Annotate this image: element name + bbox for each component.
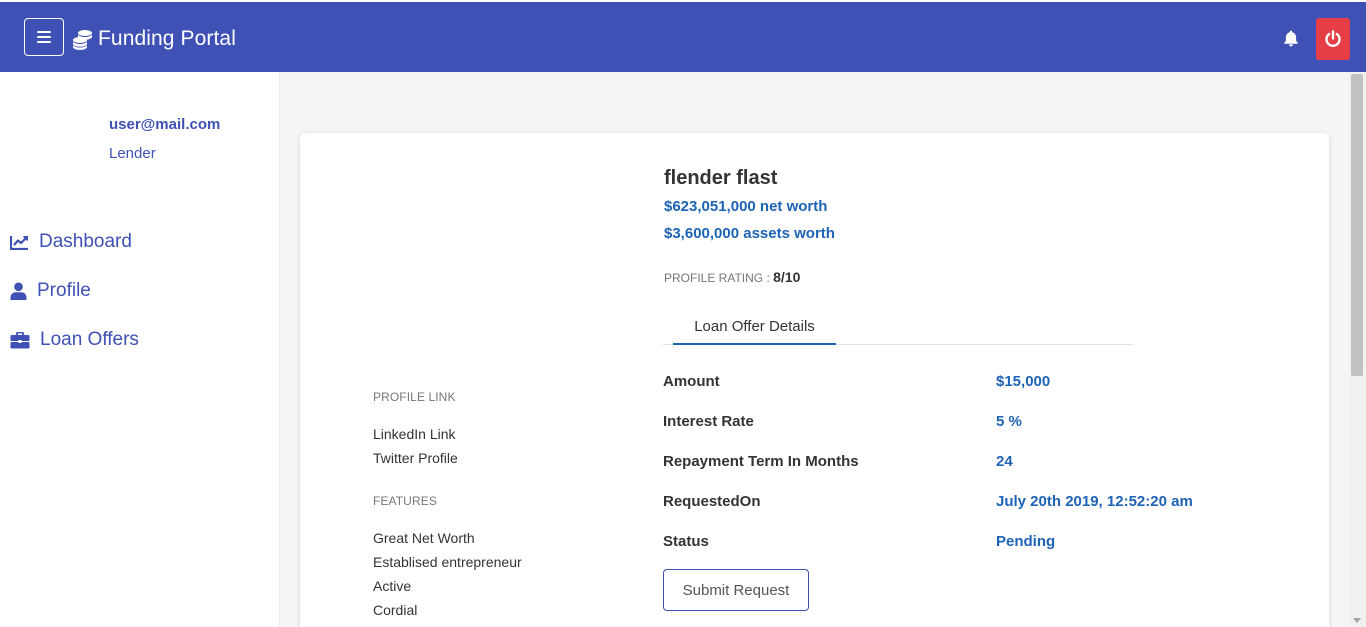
sidebar: user@mail.com Lender Dashboard Profile L… (0, 72, 280, 627)
coins-icon (73, 30, 92, 50)
hamburger-icon (37, 31, 51, 43)
feature-item: Cordial (373, 602, 418, 618)
status-label: Status (663, 533, 709, 550)
sidebar-item-profile[interactable]: Profile (10, 277, 91, 305)
sidebar-item-label: Profile (37, 280, 91, 301)
interest-rate-label: Interest Rate (663, 413, 754, 430)
profile-rating-value: 8/10 (773, 269, 801, 285)
top-navbar: Funding Portal (0, 0, 1366, 72)
sidebar-item-label: Loan Offers (40, 329, 139, 350)
tab-bar: Loan Offer Details (663, 309, 1133, 345)
profile-rating-label: PROFILE RATING : (664, 271, 770, 285)
assets-worth: $3,600,000 assets worth (664, 225, 835, 242)
requested-on-label: RequestedOn (663, 493, 761, 510)
menu-toggle-button[interactable] (24, 18, 64, 56)
scroll-down-arrow-icon[interactable] (1353, 618, 1361, 623)
user-email: user@mail.com (109, 116, 221, 133)
feature-item: Establised entrepreneur (373, 554, 522, 570)
twitter-profile-link[interactable]: Twitter Profile (373, 450, 458, 466)
power-icon (1325, 30, 1341, 47)
briefcase-icon (10, 331, 30, 348)
sidebar-item-loan-offers[interactable]: Loan Offers (10, 326, 139, 354)
feature-item: Active (373, 578, 412, 594)
logout-button[interactable] (1316, 18, 1350, 60)
brand[interactable]: Funding Portal (72, 26, 236, 52)
tab-loan-offer-details[interactable]: Loan Offer Details (673, 309, 836, 345)
amount-label: Amount (663, 373, 720, 390)
net-worth: $623,051,000 net worth (664, 198, 828, 215)
brand-title: Funding Portal (98, 27, 236, 50)
profile-link-heading: PROFILE LINK (373, 390, 456, 404)
loan-offer-card: flender flast $623,051,000 net worth $3,… (300, 133, 1329, 627)
profile-rating: PROFILE RATING : 8/10 (664, 269, 800, 285)
features-heading: FEATURES (373, 494, 437, 508)
sidebar-item-label: Dashboard (39, 231, 132, 252)
sidebar-item-dashboard[interactable]: Dashboard (10, 228, 132, 256)
page-scrollbar[interactable] (1349, 72, 1366, 627)
chart-line-icon (10, 235, 28, 250)
status-value: Pending (996, 533, 1056, 550)
repayment-term-label: Repayment Term In Months (663, 453, 859, 470)
linkedin-link[interactable]: LinkedIn Link (373, 426, 456, 442)
amount-value: $15,000 (996, 373, 1051, 390)
scrollbar-thumb[interactable] (1351, 74, 1363, 376)
user-role: Lender (109, 145, 156, 162)
lender-name: flender flast (664, 167, 778, 189)
notifications-button[interactable] (1281, 28, 1301, 48)
requested-on-value: July 20th 2019, 12:52:20 am (996, 493, 1193, 510)
repayment-term-value: 24 (996, 453, 1013, 470)
submit-request-button[interactable]: Submit Request (663, 569, 809, 611)
feature-item: Great Net Worth (373, 530, 475, 546)
bell-icon (1284, 30, 1298, 46)
interest-rate-value: 5 % (996, 413, 1022, 430)
user-icon (10, 282, 27, 300)
